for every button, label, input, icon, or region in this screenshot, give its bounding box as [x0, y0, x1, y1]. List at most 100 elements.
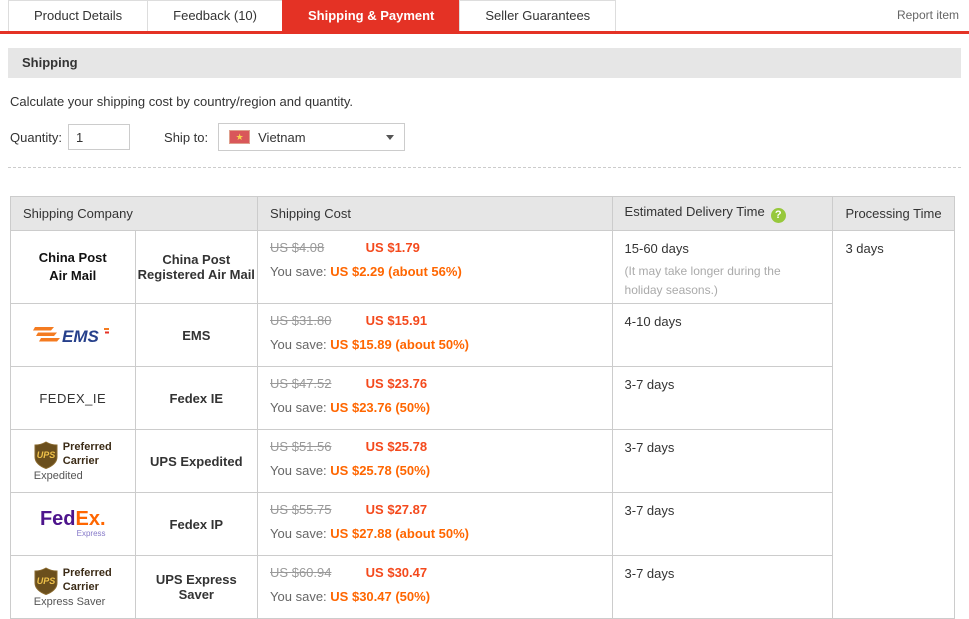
- vietnam-flag-icon: ★: [229, 130, 250, 144]
- fedex-ex-text: Ex: [76, 508, 100, 530]
- china-post-logo-line2: Air Mail: [13, 267, 133, 285]
- save-label: You save:: [270, 526, 327, 541]
- sale-price: US $23.76: [366, 376, 427, 391]
- delivery-time-cell: 4-10 days: [612, 304, 833, 367]
- flag-star: ★: [236, 133, 244, 142]
- fedex-logo: FedEx. Express: [40, 509, 106, 538]
- help-question-icon[interactable]: ?: [771, 208, 786, 223]
- save-amount: US $23.76 (50%): [330, 400, 430, 415]
- ups-service-label: Express Saver: [34, 596, 112, 608]
- header-shipping-company: Shipping Company: [11, 197, 258, 231]
- fedex-dot: .: [100, 508, 106, 530]
- ship-to-dropdown[interactable]: ★ Vietnam: [218, 123, 405, 151]
- ups-shield-icon: UPS: [34, 567, 58, 595]
- ship-to-value: Vietnam: [258, 130, 305, 145]
- save-label: You save:: [270, 264, 327, 279]
- chevron-down-icon: [386, 135, 394, 140]
- ups-shield-icon: UPS: [34, 441, 58, 469]
- carrier-logo-cell: FedEx. Express: [11, 493, 136, 556]
- save-amount: US $27.88 (about 50%): [330, 526, 469, 541]
- header-delivery-time: Estimated Delivery Time?: [612, 197, 833, 231]
- carrier-logo-cell: UPS Preferred Carrier Expedited: [11, 430, 136, 493]
- fedex-express-label: Express: [40, 530, 106, 538]
- delivery-time: 3-7 days: [625, 503, 821, 518]
- save-amount: US $30.47 (50%): [330, 589, 430, 604]
- carrier-logo-cell: UPS Preferred Carrier Express Saver: [11, 556, 136, 619]
- shipping-cost-cell: US $47.52 US $23.76 You save: US $23.76 …: [258, 367, 612, 430]
- original-price: US $55.75: [270, 502, 362, 517]
- delivery-note: (It may take longer during the holiday s…: [625, 262, 821, 300]
- delivery-time: 3-7 days: [625, 440, 821, 455]
- save-amount: US $25.78 (50%): [330, 463, 430, 478]
- header-processing-time: Processing Time: [833, 197, 955, 231]
- table-row: China Post Air Mail China Post Registere…: [11, 231, 955, 304]
- delivery-time-cell: 3-7 days: [612, 367, 833, 430]
- shipping-cost-cell: US $51.56 US $25.78 You save: US $25.78 …: [258, 430, 612, 493]
- processing-time-cell: 3 days: [833, 231, 955, 619]
- ups-title-line1: Preferred: [63, 441, 112, 454]
- carrier-name: Fedex IE: [135, 367, 258, 430]
- ups-title: Preferred Carrier: [63, 441, 112, 467]
- dashed-divider: [8, 167, 961, 168]
- sale-price: US $1.79: [366, 240, 420, 255]
- save-label: You save:: [270, 400, 327, 415]
- shipping-options-table: Shipping Company Shipping Cost Estimated…: [10, 196, 955, 619]
- ups-title-line1: Preferred: [63, 567, 112, 580]
- shipping-description: Calculate your shipping cost by country/…: [10, 94, 969, 109]
- ship-to-label: Ship to:: [164, 130, 208, 145]
- quantity-input[interactable]: [68, 124, 130, 150]
- table-header-row: Shipping Company Shipping Cost Estimated…: [11, 197, 955, 231]
- original-price: US $51.56: [270, 439, 362, 454]
- original-price: US $4.08: [270, 240, 362, 255]
- carrier-name: UPS Express Saver: [135, 556, 258, 619]
- save-amount: US $15.89 (about 50%): [330, 337, 469, 352]
- table-row: FEDEX_IE Fedex IE US $47.52 US $23.76 Yo…: [11, 367, 955, 430]
- shipping-cost-cell: US $31.80 US $15.91 You save: US $15.89 …: [258, 304, 612, 367]
- ems-logo: EMS: [13, 323, 133, 347]
- ups-logo: UPS Preferred Carrier Expedited: [34, 441, 112, 482]
- quantity-label: Quantity:: [10, 130, 62, 145]
- save-label: You save:: [270, 589, 327, 604]
- tab-product-details[interactable]: Product Details: [8, 0, 148, 31]
- shipping-cost-cell: US $60.94 US $30.47 You save: US $30.47 …: [258, 556, 612, 619]
- ups-title: Preferred Carrier: [63, 567, 112, 593]
- header-delivery-label: Estimated Delivery Time: [625, 204, 765, 219]
- table-row: FedEx. Express Fedex IP US $55.75 US $27…: [11, 493, 955, 556]
- section-title: Shipping: [22, 55, 78, 70]
- fedex-ie-logo: FEDEX_IE: [13, 391, 133, 406]
- ups-title-line2: Carrier: [63, 455, 112, 468]
- sale-price: US $30.47: [366, 565, 427, 580]
- carrier-name: Fedex IP: [135, 493, 258, 556]
- save-label: You save:: [270, 463, 327, 478]
- report-item-link[interactable]: Report item: [897, 8, 959, 22]
- original-price: US $31.80: [270, 313, 362, 328]
- sale-price: US $27.87: [366, 502, 427, 517]
- carrier-name: China Post Registered Air Mail: [135, 231, 258, 304]
- ups-title-line2: Carrier: [63, 581, 112, 594]
- tab-seller-guarantees[interactable]: Seller Guarantees: [459, 0, 616, 31]
- tab-shipping-payment[interactable]: Shipping & Payment: [282, 0, 460, 31]
- delivery-time-cell: 3-7 days: [612, 430, 833, 493]
- sale-price: US $15.91: [366, 313, 427, 328]
- delivery-time-cell: 3-7 days: [612, 493, 833, 556]
- delivery-time: 4-10 days: [625, 314, 821, 329]
- delivery-time-cell: 3-7 days: [612, 556, 833, 619]
- carrier-logo-cell: EMS: [11, 304, 136, 367]
- header-shipping-cost: Shipping Cost: [258, 197, 612, 231]
- tab-feedback[interactable]: Feedback (10): [147, 0, 283, 31]
- carrier-name: UPS Expedited: [135, 430, 258, 493]
- ems-wordmark: EMS: [62, 327, 100, 346]
- carrier-logo-cell: China Post Air Mail: [11, 231, 136, 304]
- sale-price: US $25.78: [366, 439, 427, 454]
- china-post-logo: China Post Air Mail: [13, 249, 133, 284]
- carrier-name: EMS: [135, 304, 258, 367]
- ups-logo: UPS Preferred Carrier Express Saver: [34, 567, 112, 608]
- carrier-logo-cell: FEDEX_IE: [11, 367, 136, 430]
- original-price: US $60.94: [270, 565, 362, 580]
- table-row: UPS Preferred Carrier Expedited UPS Expe…: [11, 430, 955, 493]
- ups-service-label: Expedited: [34, 470, 112, 482]
- save-label: You save:: [270, 337, 327, 352]
- fedex-fed-text: Fed: [40, 508, 76, 530]
- delivery-time: 3-7 days: [625, 566, 821, 581]
- save-amount: US $2.29 (about 56%): [330, 264, 462, 279]
